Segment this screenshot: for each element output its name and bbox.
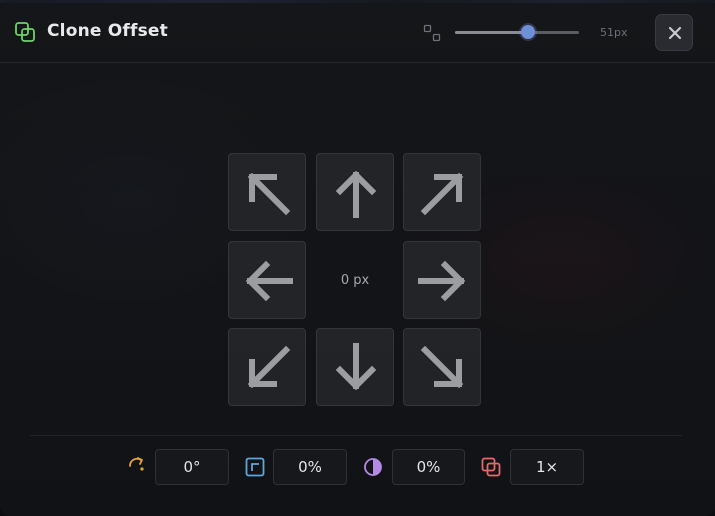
opacity-field[interactable]: 0% <box>392 449 465 485</box>
slider-thumb[interactable] <box>521 25 535 39</box>
scale-field[interactable]: 0% <box>273 449 347 485</box>
offset-up-right-button[interactable] <box>403 153 481 231</box>
copies-field[interactable]: 1× <box>510 449 584 485</box>
opacity-icon <box>364 458 382 476</box>
panel-title: Clone Offset <box>47 21 168 41</box>
arrow-up-left-icon <box>247 172 291 216</box>
offset-down-right-button[interactable] <box>403 328 481 406</box>
slider-fill <box>455 31 528 34</box>
clone-offset-panel: Clone Offset 51px 0 px 0° 0% 0% 1× <box>0 0 715 516</box>
close-icon <box>668 26 682 40</box>
offset-left-button[interactable] <box>228 241 306 319</box>
arrow-up-icon <box>335 170 377 218</box>
size-icon <box>423 24 441 42</box>
offset-up-left-button[interactable] <box>228 153 306 231</box>
offset-right-button[interactable] <box>403 241 481 319</box>
offset-value: 0 px <box>340 272 370 288</box>
copies-icon <box>481 457 501 477</box>
rotate-icon <box>129 457 144 471</box>
offset-down-button[interactable] <box>316 328 394 406</box>
panel-header: Clone Offset 51px <box>0 0 715 63</box>
footer-divider <box>30 435 682 436</box>
size-value: 51px <box>600 26 628 39</box>
rotation-field[interactable]: 0° <box>155 449 229 485</box>
arrow-right-icon <box>418 260 466 302</box>
clone-icon <box>15 22 35 42</box>
arrow-left-icon <box>245 260 293 302</box>
arrow-up-right-icon <box>420 172 464 216</box>
scale-icon <box>245 457 265 477</box>
close-button[interactable] <box>655 14 693 51</box>
offset-down-left-button[interactable] <box>228 328 306 406</box>
arrow-down-left-icon <box>247 345 291 389</box>
size-slider[interactable] <box>455 25 579 39</box>
arrow-down-icon <box>335 343 377 391</box>
offset-up-button[interactable] <box>316 153 394 231</box>
arrow-down-right-icon <box>420 345 464 389</box>
